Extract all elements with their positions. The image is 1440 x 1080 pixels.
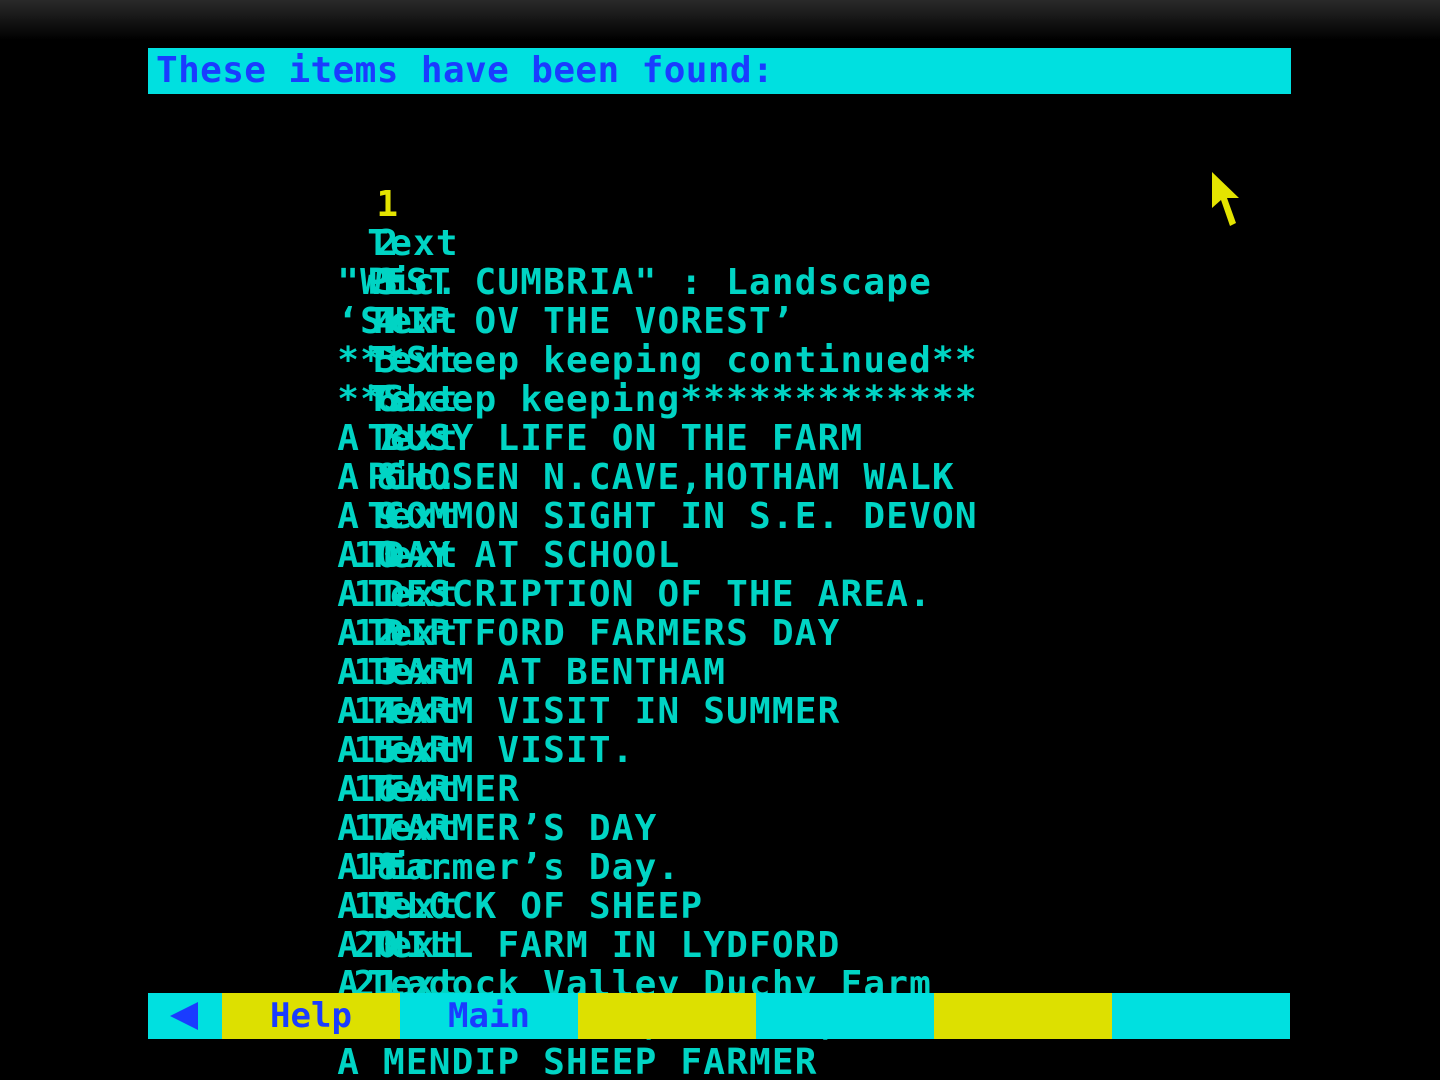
result-number: 2: [376, 223, 400, 264]
result-number: 13: [353, 652, 400, 693]
result-number: 11: [353, 574, 400, 615]
back-button[interactable]: [148, 993, 222, 1039]
results-list: 1 Text "WEST CUMBRIA" : Landscape 2 Pic.…: [200, 146, 1260, 1080]
result-number: 16: [353, 769, 400, 810]
arrow-pointer-icon: [1212, 172, 1239, 226]
result-number: 17: [353, 808, 400, 849]
result-number: 18: [353, 847, 400, 888]
help-button[interactable]: Help: [222, 993, 400, 1039]
result-number: 5: [376, 340, 400, 381]
header-bar: These items have been found:: [148, 48, 1291, 94]
result-number: 7: [376, 418, 400, 459]
function-key-5[interactable]: [756, 993, 934, 1039]
function-key-7[interactable]: [1112, 993, 1290, 1039]
result-number: 12: [353, 613, 400, 654]
result-number: 4: [376, 301, 400, 342]
header-title: These items have been found:: [156, 50, 775, 91]
result-number: 10: [353, 535, 400, 576]
result-number: 20: [353, 925, 400, 966]
triangle-left-icon: [170, 1002, 198, 1030]
screen-glare: [0, 0, 1440, 40]
function-key-bar: Help Main: [148, 993, 1291, 1039]
result-number: 1: [376, 184, 400, 225]
result-number: 9: [376, 496, 400, 537]
function-key-4[interactable]: [578, 993, 756, 1039]
result-number: 6: [376, 379, 400, 420]
result-item[interactable]: 1 Text "WEST CUMBRIA" : Landscape: [200, 146, 1260, 302]
result-number: 8: [376, 457, 400, 498]
main-button[interactable]: Main: [400, 993, 578, 1039]
function-key-6[interactable]: [934, 993, 1112, 1039]
result-title: A MENDIP SHEEP FARMER: [337, 1042, 818, 1080]
result-number: 3: [376, 262, 400, 303]
result-number: 14: [353, 691, 400, 732]
result-number: 15: [353, 730, 400, 771]
result-number: 19: [353, 886, 400, 927]
